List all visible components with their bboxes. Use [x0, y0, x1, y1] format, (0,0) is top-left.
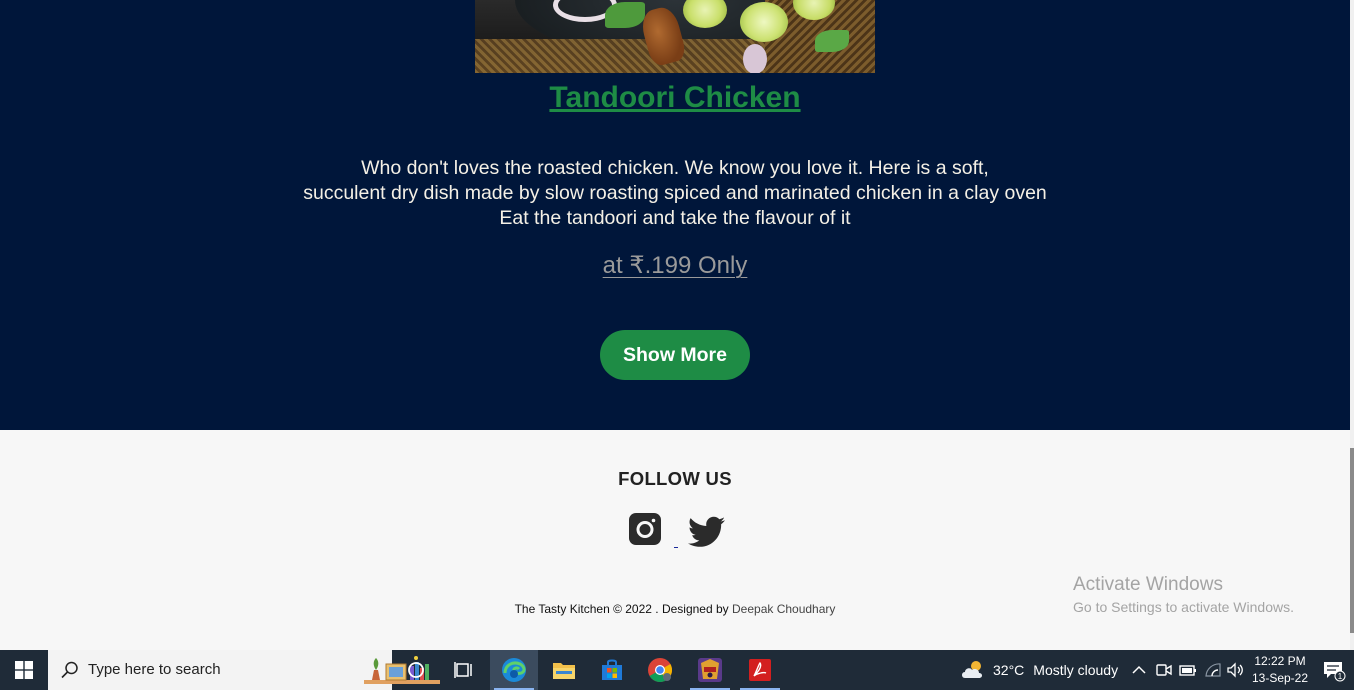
search-icon [61, 661, 78, 679]
dish-description: Who don't loves the roasted chicken. We … [0, 156, 1350, 231]
show-more-button[interactable]: Show More [600, 330, 750, 380]
social-links [628, 513, 728, 553]
taskbar: Type here to search 32°C Mostly cloudy 1… [0, 650, 1354, 690]
clock-time: 12:22 PM [1254, 654, 1306, 668]
notification-count: 1 [1338, 672, 1343, 681]
chevron-up-icon [1132, 665, 1146, 674]
wifi-icon [1205, 663, 1221, 677]
acrobat-taskbar-button[interactable] [736, 650, 784, 690]
task-view-icon [454, 662, 472, 678]
game-app-taskbar-button[interactable] [686, 650, 734, 690]
file-explorer-button[interactable] [540, 650, 588, 690]
meet-now-button[interactable] [1155, 650, 1173, 690]
speaker-icon [1227, 662, 1243, 678]
folder-icon [553, 663, 575, 679]
dish-description-line: Eat the tandoori and take the flavour of… [499, 207, 851, 229]
chrome-icon [648, 658, 673, 683]
weather-temperature: 32°C [993, 662, 1025, 678]
dish-section: Tandoori Chicken Who don't loves the roa… [0, 0, 1350, 430]
page: Tandoori Chicken Who don't loves the roa… [0, 0, 1354, 690]
game-app-icon [698, 658, 722, 682]
social-link-underline [674, 547, 678, 548]
twitter-icon[interactable] [688, 516, 725, 548]
dish-image [475, 0, 875, 73]
footer: FOLLOW US The Tasty Kitchen © 2022 . Des… [0, 430, 1350, 650]
instagram-icon[interactable] [629, 513, 661, 545]
battery-button[interactable] [1179, 650, 1197, 690]
windows-logo-icon [15, 661, 33, 679]
scrollbar-thumb[interactable] [1350, 448, 1354, 633]
chrome-taskbar-button[interactable] [636, 650, 684, 690]
weather-description: Mostly cloudy [1033, 662, 1119, 678]
search-placeholder: Type here to search [88, 661, 221, 678]
cloudy-weather-icon [962, 661, 982, 678]
microsoft-store-button[interactable] [588, 650, 636, 690]
weather-widget[interactable]: 32°C Mostly cloudy [960, 650, 1118, 690]
credits-text: The Tasty Kitchen © 2022 . Designed by [514, 602, 729, 616]
network-button[interactable] [1204, 650, 1222, 690]
price-row: at ₹.199 Only [0, 251, 1350, 280]
cortana-button[interactable] [392, 650, 440, 690]
notification-icon: 1 [1324, 662, 1346, 682]
edge-taskbar-button[interactable] [490, 650, 538, 690]
battery-icon [1179, 665, 1196, 676]
watermark-subtitle: Go to Settings to activate Windows. [1073, 599, 1294, 615]
clock-date: 13-Sep-22 [1251, 671, 1309, 685]
start-button[interactable] [0, 650, 48, 690]
camera-icon [1156, 664, 1172, 676]
page-scrollbar[interactable] [1350, 0, 1354, 650]
author-link[interactable]: Deepak Choudhary [732, 602, 835, 616]
dish-price[interactable]: at ₹.199 Only [603, 252, 748, 279]
activate-windows-watermark: Activate Windows Go to Settings to activ… [1073, 574, 1294, 615]
edge-browser-icon [502, 658, 526, 682]
dish-title-link[interactable]: Tandoori Chicken [0, 81, 1350, 115]
notification-center-button[interactable]: 1 [1322, 650, 1346, 690]
task-view-button[interactable] [440, 650, 488, 690]
dish-description-line: succulent dry dish made by slow roasting… [303, 182, 1047, 204]
dish-description-line: Who don't loves the roasted chicken. We … [361, 157, 989, 179]
cortana-circle-icon [408, 662, 424, 678]
follow-us-heading: FOLLOW US [618, 468, 732, 489]
store-bag-icon [602, 659, 622, 680]
pdf-reader-icon [749, 659, 771, 681]
taskbar-search-box[interactable]: Type here to search [48, 650, 440, 690]
show-hidden-icons-button[interactable] [1131, 650, 1147, 690]
watermark-title: Activate Windows [1073, 574, 1223, 595]
taskbar-clock[interactable]: 12:22 PM 13-Sep-22 [1250, 653, 1310, 687]
volume-button[interactable] [1226, 650, 1246, 690]
